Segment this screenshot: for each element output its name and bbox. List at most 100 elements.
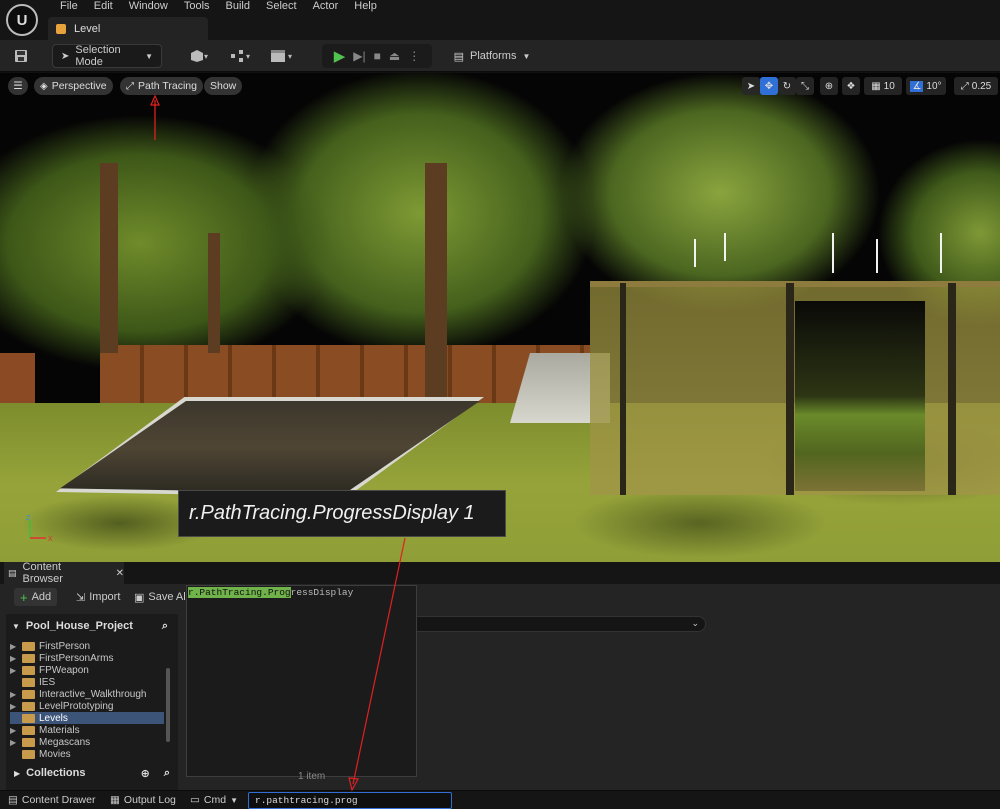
light-gizmo-icon	[940, 233, 942, 273]
search-icon[interactable]: ⌕	[164, 767, 170, 780]
grid-icon: ▦	[871, 80, 881, 92]
selection-mode-label: Selection Mode	[75, 44, 121, 68]
menu-tools[interactable]: Tools	[176, 0, 218, 12]
output-log-button[interactable]: ▦ Output Log	[110, 792, 176, 808]
project-root-row[interactable]: ▼ Pool_House_Project ⌕	[6, 617, 178, 635]
autocomplete-rest: ressDisplay	[290, 587, 354, 598]
menu-help[interactable]: Help	[346, 0, 385, 12]
rotation-snap-button[interactable]: ∡ 10°	[906, 77, 946, 95]
menu-file[interactable]: File	[52, 0, 86, 12]
cmd-dropdown[interactable]: ▭ Cmd ▼	[190, 792, 238, 808]
menu-actor[interactable]: Actor	[305, 0, 347, 12]
scale-tool-icon[interactable]: ⤡	[796, 77, 814, 95]
content-browser-icon: ▤	[8, 567, 17, 578]
grid-snap-value: 10	[883, 80, 895, 92]
house-post	[786, 283, 794, 495]
menu-build[interactable]: Build	[218, 0, 258, 12]
folder-icon	[22, 665, 35, 675]
perspective-button[interactable]: ◈ Perspective	[34, 77, 113, 95]
svg-text:▾: ▾	[204, 52, 208, 61]
output-log-label: Output Log	[123, 794, 176, 806]
folder-item[interactable]: ▶ FirstPerson	[10, 640, 164, 652]
folder-label: LevelPrototyping	[39, 700, 114, 712]
folder-label: Movies	[39, 748, 71, 760]
save-icon[interactable]	[8, 44, 34, 68]
level-viewport[interactable]: ☰ ◈ Perspective ⤢ Path Tracing Show ➤ ✥ …	[0, 73, 1000, 562]
folder-icon	[22, 737, 35, 747]
stop-icon[interactable]: ■	[374, 49, 381, 63]
autocomplete-item[interactable]: r.PathTracing.ProgressDisplay	[188, 587, 353, 598]
folder-item[interactable]: ▶ FPWeapon	[10, 664, 164, 676]
console-command-callout: r.PathTracing.ProgressDisplay 1	[178, 490, 506, 537]
show-button[interactable]: Show	[204, 77, 243, 95]
folder-item[interactable]: Movies	[10, 748, 164, 760]
perspective-label: Perspective	[51, 80, 107, 92]
add-button[interactable]: + Add	[14, 588, 58, 606]
folder-icon	[22, 701, 35, 711]
folder-item[interactable]: ▶ FirstPersonArms	[10, 652, 164, 664]
console-command-input[interactable]	[248, 792, 452, 809]
folder-item-selected[interactable]: Levels	[10, 712, 164, 724]
light-gizmo-icon	[832, 233, 834, 273]
folder-item[interactable]: ▶ Interactive_Walkthrough	[10, 688, 164, 700]
chevron-down-icon: ▼	[522, 51, 531, 61]
folder-icon	[22, 641, 35, 651]
asset-filter-bar[interactable]: ⌄	[400, 616, 706, 632]
house-post	[620, 283, 626, 495]
menu-window[interactable]: Window	[121, 0, 176, 12]
cinematics-icon[interactable]: ▾	[266, 44, 300, 68]
content-drawer-label: Content Drawer	[21, 794, 96, 806]
scale-snap-value: 0.25	[971, 80, 992, 92]
menu-edit[interactable]: Edit	[86, 0, 121, 12]
add-collection-icon[interactable]: ⊕	[141, 767, 150, 780]
svg-text:▾: ▾	[246, 52, 250, 61]
tree-trunk	[208, 233, 220, 353]
unreal-logo-icon[interactable]: U	[6, 4, 38, 36]
close-icon[interactable]: ✕	[116, 568, 124, 579]
platforms-dropdown[interactable]: ▤ Platforms ▼	[452, 44, 532, 68]
pool-house-interior	[795, 301, 925, 491]
blueprint-icon[interactable]: ▾	[226, 44, 258, 68]
collections-row[interactable]: ▶ Collections ⊕ ⌕	[6, 764, 178, 782]
translate-tool-icon[interactable]: ✥	[760, 77, 778, 95]
content-drawer-button[interactable]: ▤ Content Drawer	[8, 792, 95, 808]
cmd-label: Cmd	[203, 794, 227, 806]
eject-icon[interactable]: ⏏	[389, 49, 400, 63]
save-all-button[interactable]: ▣ Save All	[128, 588, 194, 606]
add-actor-icon[interactable]: ▾	[184, 44, 216, 68]
more-options-icon[interactable]: ⋮	[408, 49, 420, 63]
search-icon[interactable]: ⌕	[162, 620, 168, 633]
save-all-label: Save All	[148, 591, 189, 603]
import-button[interactable]: ⇲ Import	[70, 588, 126, 606]
show-label: Show	[210, 80, 237, 92]
level-tab-label: Level	[74, 22, 101, 35]
folder-item[interactable]: ▶ LevelPrototyping	[10, 700, 164, 712]
import-label: Import	[89, 591, 121, 603]
console-command-text: r.PathTracing.ProgressDisplay 1	[189, 502, 475, 524]
scale-snap-button[interactable]: ⤢ 0.25	[954, 77, 998, 95]
platforms-icon: ▤	[453, 50, 464, 63]
viewport-menu-button[interactable]: ☰	[8, 77, 28, 95]
chevron-right-icon: ▶	[10, 641, 17, 651]
view-mode-button[interactable]: ⤢ Path Tracing	[120, 77, 203, 95]
surface-snap-icon[interactable]: ❖	[842, 77, 860, 95]
grid-snap-button[interactable]: ▦ 10	[864, 77, 902, 95]
world-space-icon[interactable]: ⊕	[820, 77, 838, 95]
content-browser-tab[interactable]: ▤ Content Browser ✕	[4, 561, 124, 585]
step-icon[interactable]: ▶|	[353, 49, 365, 63]
item-count-label: 1 item	[298, 771, 326, 782]
house-post	[948, 283, 956, 495]
menu-select[interactable]: Select	[258, 0, 305, 12]
folder-item[interactable]: IES	[10, 676, 164, 688]
level-icon	[56, 23, 66, 34]
select-tool-icon[interactable]: ➤	[742, 77, 760, 95]
svg-text:▾: ▾	[288, 52, 292, 61]
selection-mode-dropdown[interactable]: ➤ Selection Mode ▼	[52, 44, 162, 68]
light-gizmo-icon	[724, 233, 726, 261]
level-tab[interactable]: Level	[48, 17, 208, 40]
folder-tree-scrollbar[interactable]	[166, 668, 170, 742]
folder-item[interactable]: ▶ Megascans	[10, 736, 164, 748]
rotate-tool-icon[interactable]: ↻	[778, 77, 796, 95]
folder-item[interactable]: ▶ Materials	[10, 724, 164, 736]
play-icon[interactable]: ▶	[334, 47, 346, 65]
